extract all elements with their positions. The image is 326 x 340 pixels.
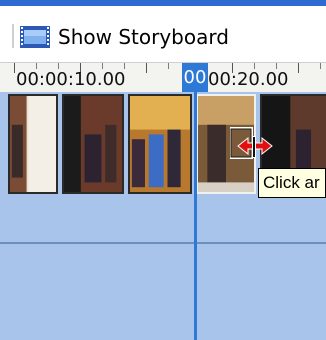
ruler-tick	[146, 63, 147, 73]
video-clip-3[interactable]	[128, 94, 192, 194]
filmstrip-icon	[20, 26, 50, 48]
toolbar-grip[interactable]	[12, 24, 14, 48]
trim-tooltip: Click ar	[258, 168, 326, 198]
time-label-20s: 00:20.00	[208, 69, 289, 90]
time-ruler[interactable]: 00:00:10.00 00 00:20.00	[0, 62, 326, 94]
clip-thumbnail	[130, 96, 190, 192]
timeline-toolbar: Show Storyboard	[0, 8, 326, 62]
clip-thumbnail	[10, 96, 56, 192]
time-label-10s: 00:00:10.00	[16, 69, 126, 90]
ruler-tick	[320, 63, 321, 69]
resize-cursor-icon	[230, 127, 273, 159]
video-clip-2[interactable]	[62, 94, 124, 194]
ruler-tick	[168, 63, 169, 69]
playhead-handle[interactable]: 00	[182, 63, 208, 93]
playhead-line[interactable]	[194, 92, 197, 340]
show-storyboard-button[interactable]: Show Storyboard	[20, 24, 229, 50]
show-storyboard-label: Show Storyboard	[58, 25, 229, 49]
ruler-tick	[14, 63, 15, 73]
ruler-tick	[298, 63, 299, 73]
video-clip-1[interactable]	[8, 94, 58, 194]
track-divider	[0, 242, 326, 244]
audio-track-area[interactable]	[0, 200, 326, 340]
clip-thumbnail	[64, 96, 122, 192]
